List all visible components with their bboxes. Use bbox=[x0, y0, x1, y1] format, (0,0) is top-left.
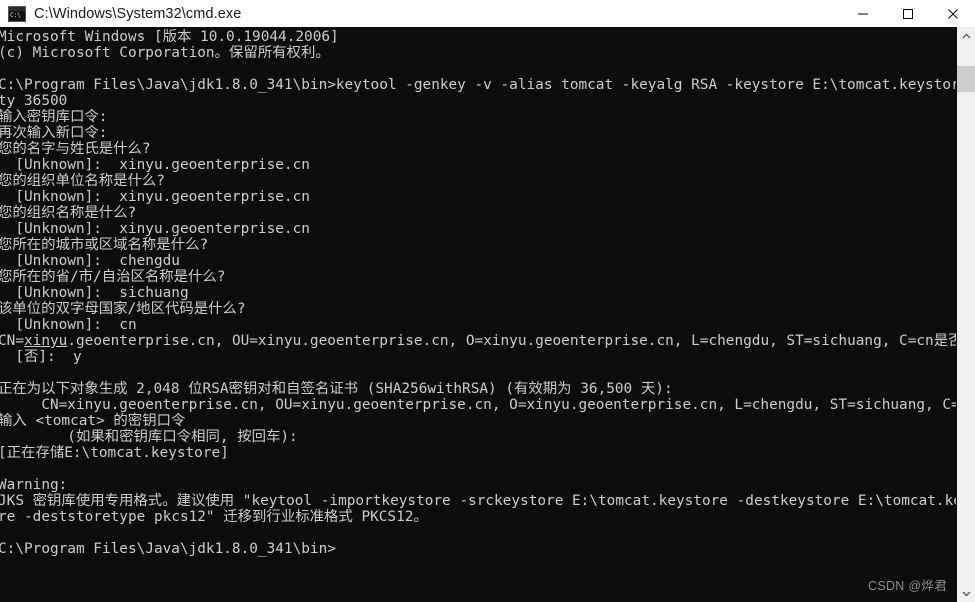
console-line: (c) Microsoft Corporation。保留所有权利。 bbox=[0, 45, 330, 61]
maximize-button[interactable] bbox=[885, 0, 930, 27]
console-line: [Unknown]: xinyu.geoenterprise.cn bbox=[0, 157, 310, 173]
console-line: ty 36500 bbox=[0, 93, 68, 109]
vertical-scrollbar[interactable] bbox=[956, 27, 975, 602]
chevron-up-icon[interactable] bbox=[957, 27, 975, 45]
minimize-button[interactable] bbox=[840, 0, 885, 27]
console-line: 该单位的双字母国家/地区代码是什么? bbox=[0, 301, 246, 317]
console-text: Microsoft Windows [版本 10.0.19044.2006] (c… bbox=[0, 29, 956, 557]
console-line: 输入 <tomcat> 的密钥口令 bbox=[0, 413, 186, 429]
console-line: re -deststoretype pkcs12" 迁移到行业标准格式 PKCS… bbox=[0, 509, 428, 525]
console-line: 您所在的城市或区域名称是什么? bbox=[0, 237, 209, 253]
window-title: C:\Windows\System32\cmd.exe bbox=[34, 5, 242, 22]
console-line: 再次输入新口令: bbox=[0, 125, 108, 141]
console-line: 您的组织名称是什么? bbox=[0, 205, 137, 221]
console-line: [正在存储E:\tomcat.keystore] bbox=[0, 445, 229, 461]
console-line: [Unknown]: sichuang bbox=[0, 285, 189, 301]
console-output-area[interactable]: Microsoft Windows [版本 10.0.19044.2006] (c… bbox=[0, 27, 956, 602]
window-controls bbox=[840, 0, 975, 27]
close-button[interactable] bbox=[930, 0, 975, 27]
console-line: CN=xinyu.geoenterprise.cn, OU=xinyu.geoe… bbox=[0, 397, 956, 413]
console-line: 正在为以下对象生成 2,048 位RSA密钥对和自签名证书 (SHA256wit… bbox=[0, 381, 673, 397]
console-line: C:\Program Files\Java\jdk1.8.0_341\bin>k… bbox=[0, 77, 956, 93]
console-line: 您所在的省/市/自治区名称是什么? bbox=[0, 269, 226, 285]
console-line: [Unknown]: cn bbox=[0, 317, 137, 333]
console-line: 输入密钥库口令: bbox=[0, 109, 108, 125]
cmd-window: C:\ C:\Windows\System32\cmd.exe Microsof… bbox=[0, 0, 975, 602]
console-line: (如果和密钥库口令相同, 按回车): bbox=[0, 429, 298, 445]
console-line: 您的组织单位名称是什么? bbox=[0, 173, 165, 189]
console-line: Warning: bbox=[0, 477, 68, 493]
console-line: [Unknown]: xinyu.geoenterprise.cn bbox=[0, 189, 310, 205]
title-bar[interactable]: C:\ C:\Windows\System32\cmd.exe bbox=[0, 0, 975, 27]
console-line: [否]: y bbox=[0, 349, 82, 365]
console-line: Microsoft Windows [版本 10.0.19044.2006] bbox=[0, 29, 339, 45]
scrollbar-thumb[interactable] bbox=[957, 65, 975, 92]
console-line: CN=xinyu.geoenterprise.cn, OU=xinyu.geoe… bbox=[0, 333, 956, 349]
chevron-down-icon[interactable] bbox=[957, 584, 975, 602]
console-line: 您的名字与姓氏是什么? bbox=[0, 141, 151, 157]
csdn-watermark: CSDN @烨君 bbox=[868, 579, 947, 593]
console-line: C:\Program Files\Java\jdk1.8.0_341\bin> bbox=[0, 541, 336, 557]
cmd-console-icon: C:\ bbox=[8, 5, 26, 22]
console-line: [Unknown]: xinyu.geoenterprise.cn bbox=[0, 221, 310, 237]
console-line: JKS 密钥库使用专用格式。建议使用 "keytool -importkeyst… bbox=[0, 493, 956, 509]
console-line: [Unknown]: chengdu bbox=[0, 253, 180, 269]
scrollbar-track[interactable] bbox=[957, 45, 975, 584]
underlined-token: xinyu bbox=[24, 333, 68, 349]
